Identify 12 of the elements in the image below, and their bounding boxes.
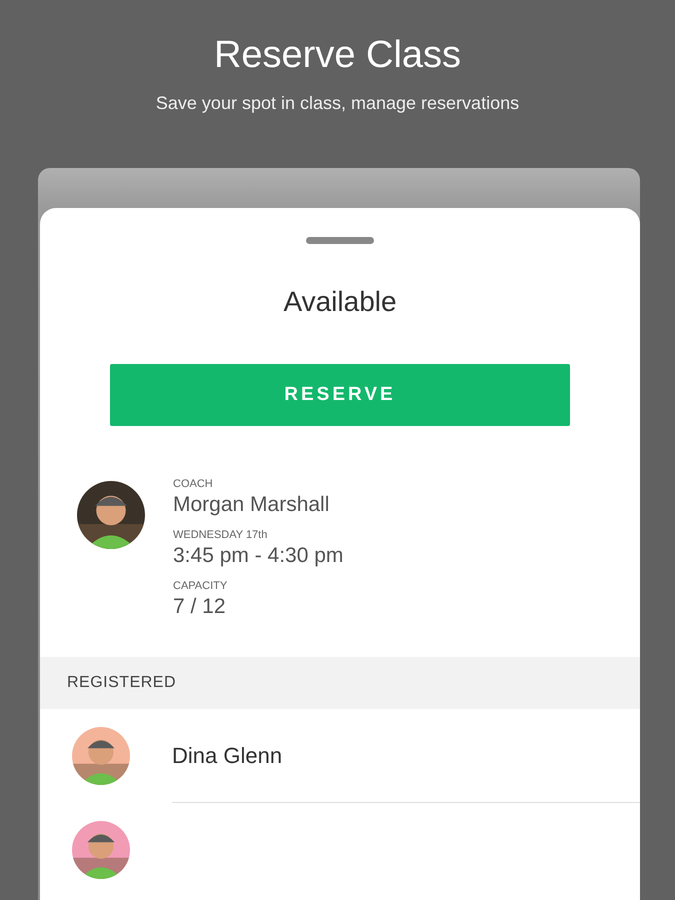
detail-label: CAPACITY [173, 580, 228, 592]
detail-label: WEDNESDAY 17th [173, 529, 268, 541]
detail-label: COACH [173, 478, 214, 490]
person-name[interactable]: Dina Glenn [172, 742, 282, 768]
class-status: Available [283, 286, 397, 318]
detail-value: 3:45 pm - 4:30 pm [173, 544, 344, 568]
section-header: REGISTERED [40, 657, 640, 709]
page-subtitle: Save your spot in class, manage reservations [156, 93, 520, 114]
page-title: Reserve Class [214, 34, 462, 77]
detail-value: Morgan Marshall [173, 493, 330, 517]
drag-handle[interactable] [306, 237, 374, 244]
detail-value: 7 / 12 [173, 595, 227, 619]
